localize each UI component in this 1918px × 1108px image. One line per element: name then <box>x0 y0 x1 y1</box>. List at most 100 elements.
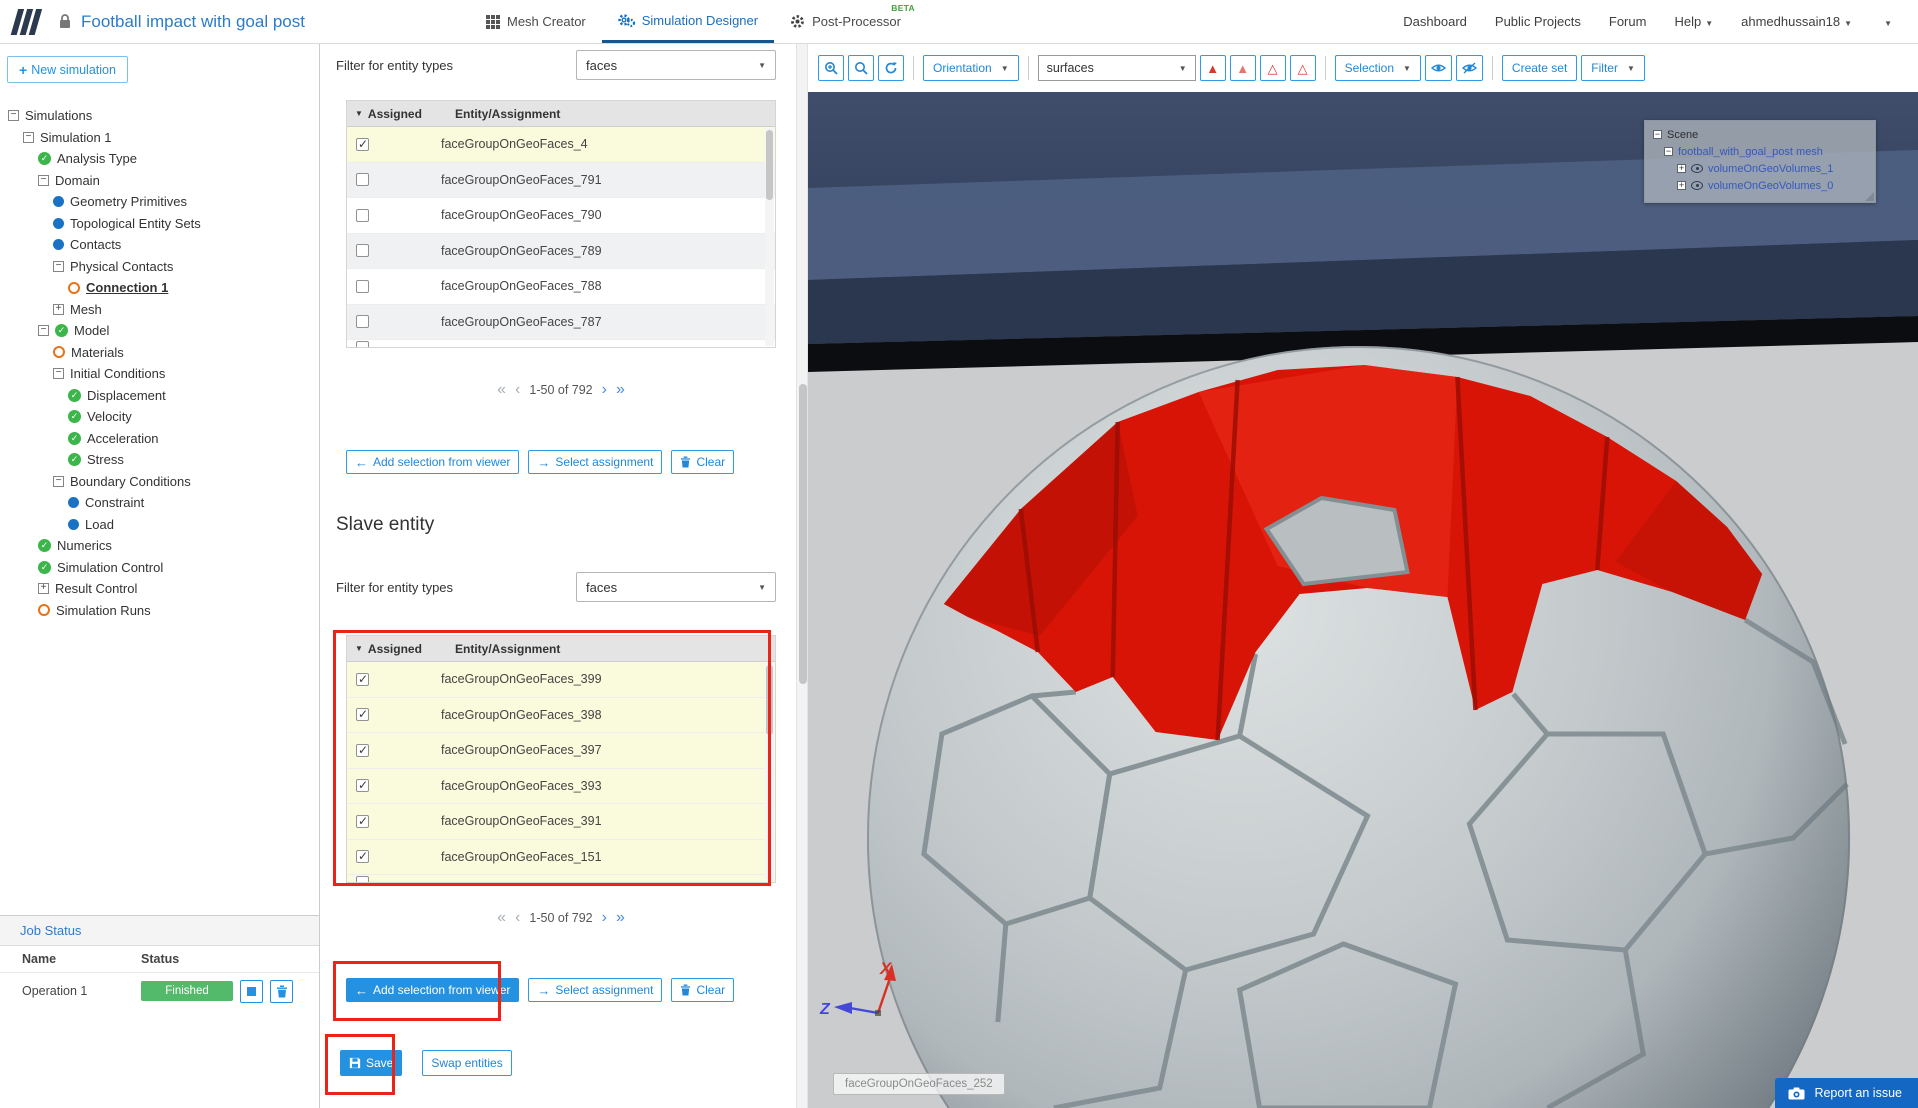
mesh-quality-toggle-4[interactable]: △ <box>1289 55 1316 81</box>
table-scrollbar[interactable] <box>765 128 774 346</box>
help-dropdown[interactable]: Help ▼ <box>1674 14 1713 29</box>
collapse-icon[interactable] <box>1653 130 1662 139</box>
entity-row[interactable]: faceGroupOnGeoFaces_398 <box>347 697 775 733</box>
scene-tree-overlay[interactable]: Scene football_with_goal_post mesh volum… <box>1644 120 1876 203</box>
entity-row[interactable]: faceGroupOnGeoFaces_397 <box>347 733 775 769</box>
hide-entities-button[interactable] <box>1455 55 1483 81</box>
tree-item-simulation-1[interactable]: Simulation 1 <box>0 127 319 149</box>
expand-icon[interactable] <box>1677 181 1686 190</box>
first-page-button[interactable]: « <box>497 382 506 398</box>
tree-item-initial-conditions[interactable]: Initial Conditions <box>0 363 319 385</box>
row-checkbox[interactable] <box>356 778 369 793</box>
tree-item-simulation-runs[interactable]: Simulation Runs <box>0 600 319 622</box>
nav-public-projects[interactable]: Public Projects <box>1495 14 1581 29</box>
row-checkbox[interactable] <box>356 875 369 882</box>
last-page-button[interactable]: » <box>616 910 625 926</box>
table-scrollbar[interactable] <box>765 663 774 881</box>
swap-entities-button[interactable]: Swap entities <box>422 1050 512 1076</box>
scrollbar-thumb[interactable] <box>766 665 773 735</box>
viewport-3d[interactable]: Scene football_with_goal_post mesh volum… <box>808 92 1918 1108</box>
clear-button[interactable]: Clear <box>671 450 735 474</box>
tree-item-physical-contacts[interactable]: Physical Contacts <box>0 256 319 278</box>
row-checkbox[interactable] <box>356 315 369 329</box>
collapse-box-icon[interactable] <box>53 368 64 380</box>
row-checkbox[interactable] <box>356 743 369 757</box>
entity-row[interactable]: faceGroupOnGeoFaces_4 <box>347 127 775 163</box>
tree-item-materials[interactable]: Materials <box>0 342 319 364</box>
save-button[interactable]: Save <box>340 1050 403 1076</box>
row-checkbox[interactable] <box>356 814 369 828</box>
collapse-box-icon[interactable] <box>53 260 64 272</box>
select-assignment-button[interactable]: → Select assignment <box>528 978 663 1002</box>
row-checkbox[interactable] <box>356 849 369 864</box>
prev-page-button[interactable]: ‹ <box>515 910 520 926</box>
scene-tree-root[interactable]: Scene <box>1651 126 1869 143</box>
row-checkbox[interactable] <box>356 244 369 258</box>
tree-item-constraint[interactable]: Constraint <box>0 492 319 514</box>
scene-tree-mesh[interactable]: football_with_goal_post mesh <box>1651 143 1869 160</box>
row-checkbox[interactable] <box>356 707 369 722</box>
tree-item-stress[interactable]: Stress <box>0 449 319 471</box>
entity-row[interactable]: faceGroupOnGeoFaces_790 <box>347 198 775 234</box>
render-mode-select[interactable]: surfaces ▼ <box>1037 55 1196 81</box>
assigned-column-header[interactable]: ▼ Assigned <box>347 642 455 656</box>
delete-job-button[interactable] <box>270 979 293 1003</box>
tree-item-load[interactable]: Load <box>0 514 319 536</box>
collapse-box-icon[interactable] <box>38 174 49 186</box>
tree-item-connection-1[interactable]: Connection 1 <box>0 277 319 299</box>
collapse-box-icon[interactable] <box>23 131 34 143</box>
entity-column-header[interactable]: Entity/Assignment <box>455 107 560 121</box>
scrollbar-thumb[interactable] <box>798 384 807 684</box>
expand-box-icon[interactable] <box>38 583 49 595</box>
entity-row[interactable]: faceGroupOnGeoFaces_151 <box>347 839 775 875</box>
report-an-issue-button[interactable]: Report an issue <box>1775 1078 1918 1108</box>
last-page-button[interactable]: » <box>616 382 625 398</box>
mesh-quality-toggle-1[interactable]: ▲ <box>1199 55 1226 81</box>
row-checkbox[interactable] <box>356 173 369 187</box>
collapse-box-icon[interactable] <box>8 110 19 122</box>
zoom-in-button[interactable] <box>818 55 844 81</box>
collapse-box-icon[interactable] <box>38 325 49 337</box>
orientation-dropdown[interactable]: Orientation ▼ <box>923 55 1019 81</box>
assigned-column-header[interactable]: ▼ Assigned <box>347 107 455 121</box>
zoom-window-button[interactable] <box>848 55 874 81</box>
filter-dropdown[interactable]: Filter ▼ <box>1581 55 1645 81</box>
nav-forum[interactable]: Forum <box>1609 14 1647 29</box>
create-set-button[interactable]: Create set <box>1501 55 1578 81</box>
clear-button[interactable]: Clear <box>671 978 735 1002</box>
scene-tree-volume-1[interactable]: volumeOnGeoVolumes_1 <box>1651 160 1869 177</box>
scene-render[interactable] <box>808 92 1918 1108</box>
tab-post-processor[interactable]: Post-Processor BETA <box>774 0 917 43</box>
add-selection-from-viewer-button[interactable]: ← Add selection from viewer <box>346 450 520 474</box>
prev-page-button[interactable]: ‹ <box>515 382 520 398</box>
tree-item-model[interactable]: Model <box>0 320 319 342</box>
tree-item-boundary-conditions[interactable]: Boundary Conditions <box>0 471 319 493</box>
tree-item-mesh[interactable]: Mesh <box>0 299 319 321</box>
entity-row[interactable]: faceGroupOnGeoFaces_399 <box>347 662 775 698</box>
header-extra-dropdown[interactable]: ▼ <box>1880 14 1892 29</box>
tree-item-simulations[interactable]: Simulations <box>0 105 319 127</box>
collapse-icon[interactable] <box>1664 147 1673 156</box>
row-checkbox[interactable] <box>356 137 369 151</box>
tab-mesh-creator[interactable]: Mesh Creator <box>470 0 602 43</box>
slave-entity-type-select[interactable]: faces ▼ <box>576 572 776 602</box>
collapse-box-icon[interactable] <box>53 475 64 487</box>
new-simulation-button[interactable]: + New simulation <box>7 56 128 83</box>
tree-item-topological-entity-sets[interactable]: Topological Entity Sets <box>0 213 319 235</box>
master-entity-type-select[interactable]: faces ▼ <box>576 50 776 80</box>
entity-row-partial[interactable] <box>347 340 775 347</box>
nav-dashboard[interactable]: Dashboard <box>1403 14 1467 29</box>
show-entities-button[interactable] <box>1424 55 1452 81</box>
tree-item-velocity[interactable]: Velocity <box>0 406 319 428</box>
tree-item-simulation-control[interactable]: Simulation Control <box>0 557 319 579</box>
tree-item-numerics[interactable]: Numerics <box>0 535 319 557</box>
mesh-quality-toggle-2[interactable]: ▲ <box>1229 55 1256 81</box>
entity-row[interactable]: faceGroupOnGeoFaces_789 <box>347 233 775 269</box>
tree-item-result-control[interactable]: Result Control <box>0 578 319 600</box>
user-menu[interactable]: ahmedhussain18 ▼ <box>1741 14 1852 29</box>
row-checkbox[interactable] <box>356 340 369 347</box>
scene-tree-volume-0[interactable]: volumeOnGeoVolumes_0 <box>1651 177 1869 194</box>
next-page-button[interactable]: › <box>602 382 607 398</box>
refresh-view-button[interactable] <box>878 55 904 81</box>
row-checkbox[interactable] <box>356 208 369 222</box>
